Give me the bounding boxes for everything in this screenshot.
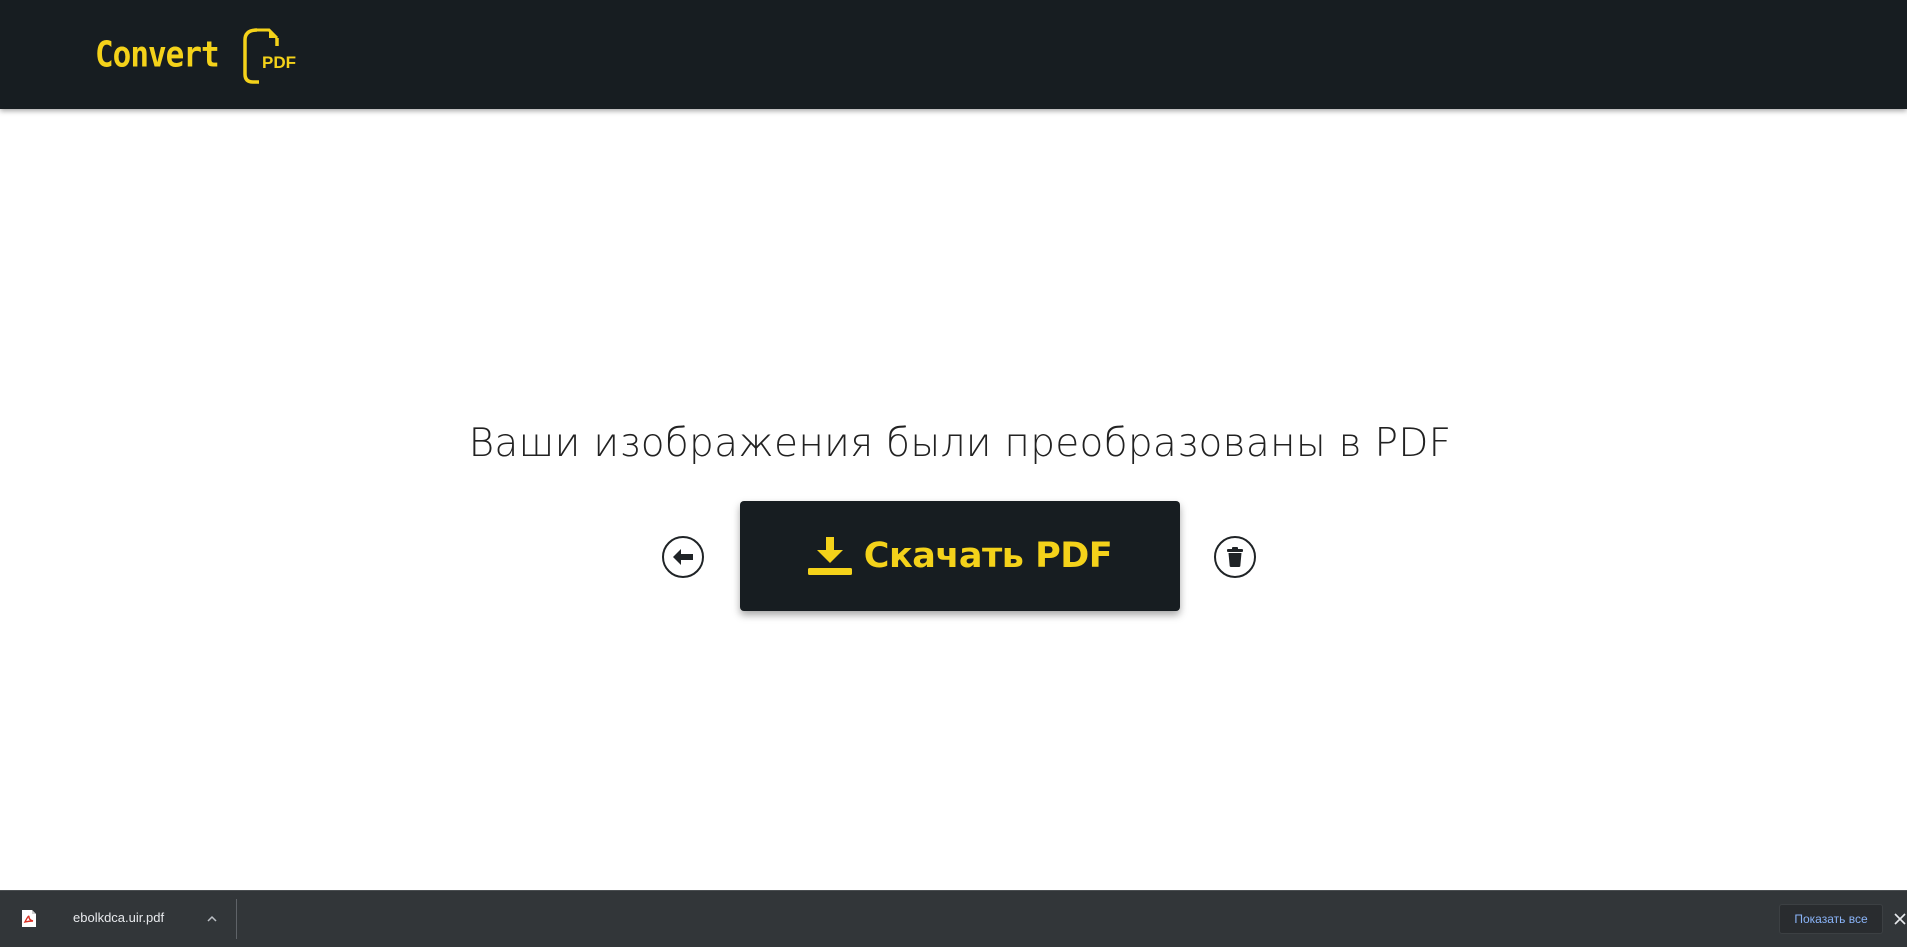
logo-link[interactable]: Convert PDF bbox=[95, 24, 297, 86]
site-header: Convert PDF bbox=[0, 0, 1907, 109]
show-all-button[interactable]: Показать все bbox=[1779, 904, 1883, 934]
divider bbox=[236, 899, 237, 939]
main-content: Ваши изображения были преобразованы в PD… bbox=[0, 109, 1907, 890]
trash-icon bbox=[1227, 547, 1243, 567]
delete-button[interactable] bbox=[1214, 536, 1256, 578]
logo-text: Convert bbox=[95, 34, 220, 76]
pdf-file-icon bbox=[22, 910, 36, 927]
download-pdf-label: Скачать PDF bbox=[863, 536, 1113, 576]
chevron-up-icon[interactable] bbox=[205, 912, 219, 926]
download-icon bbox=[807, 537, 852, 575]
actions-row: Скачать PDF bbox=[0, 501, 1907, 613]
page-title: Ваши изображения были преобразованы в PD… bbox=[468, 421, 1452, 467]
download-item[interactable]: ebolkdca.uir.pdf bbox=[0, 891, 236, 947]
logo-icon-text: PDF bbox=[262, 53, 296, 72]
close-icon[interactable] bbox=[1893, 912, 1907, 926]
page: Convert PDF Ваши изображения были преобр… bbox=[0, 0, 1907, 947]
back-button[interactable] bbox=[662, 536, 704, 578]
downloads-bar: ebolkdca.uir.pdf Показать все bbox=[0, 890, 1907, 947]
arrow-left-icon bbox=[673, 549, 693, 565]
download-file-name: ebolkdca.uir.pdf bbox=[73, 910, 165, 925]
download-pdf-button[interactable]: Скачать PDF bbox=[740, 501, 1180, 611]
pdf-logo-icon: PDF bbox=[242, 28, 296, 84]
